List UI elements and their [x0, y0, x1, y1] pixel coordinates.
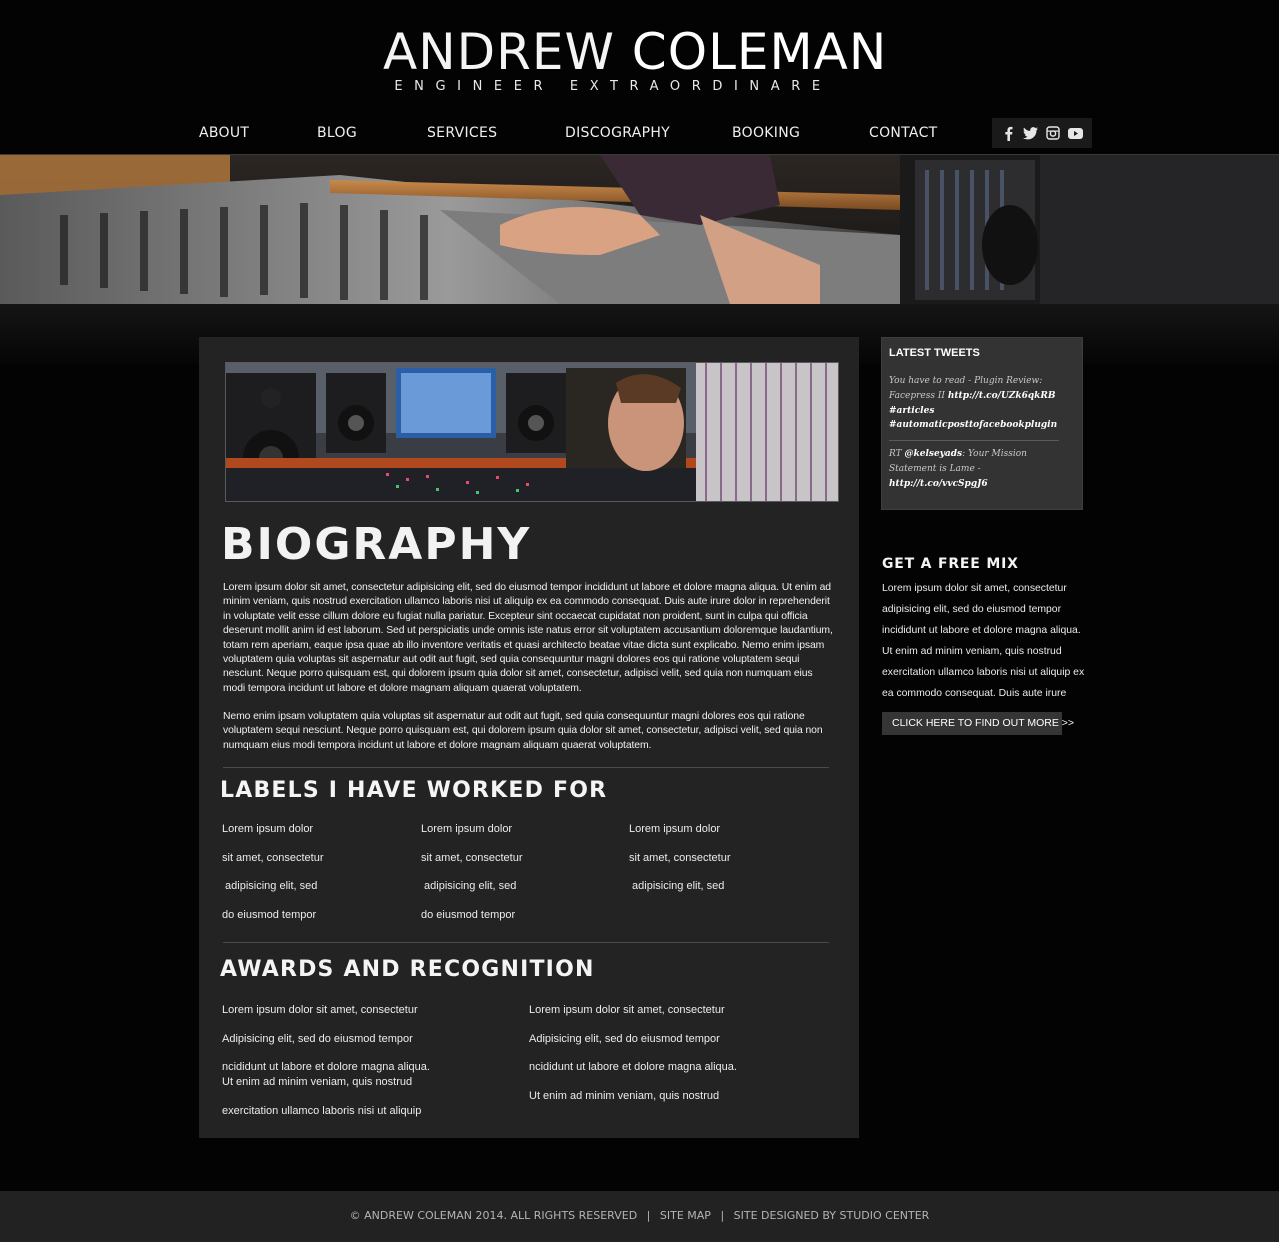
list-item: adipisicing elit, sed — [421, 880, 517, 893]
biography-heading: BIOGRAPHY — [221, 519, 532, 570]
tweet-hashtag[interactable]: #articles — [889, 406, 934, 416]
tweet-link[interactable]: http://t.co/vvcSpgJ6 — [889, 479, 988, 489]
list-item: do eiusmod tempor — [222, 909, 317, 922]
tweet-link[interactable]: http://t.co/UZk6qkRB — [948, 391, 1056, 401]
facebook-icon[interactable] — [999, 124, 1017, 142]
awards-heading: AWARDS AND RECOGNITION — [220, 957, 595, 982]
nav-discography[interactable]: DISCOGRAPHY — [565, 125, 670, 141]
biography-paragraph-1: Lorem ipsum dolor sit amet, consectetur … — [223, 582, 833, 694]
list-item: adipisicing elit, sed — [629, 880, 725, 893]
logo-first-name: ANDREW — [383, 23, 615, 81]
footer-separator: | — [720, 1209, 725, 1222]
studio-photo — [225, 362, 839, 502]
list-item: adipisicing elit, sed — [222, 880, 318, 893]
nav-services[interactable]: SERVICES — [427, 125, 497, 141]
list-item: Adipisicing elit, sed do eiusmod tempor — [529, 1033, 720, 1045]
list-item: Adipisicing elit, sed do eiusmod tempor — [222, 1033, 413, 1045]
list-item: Lorem ipsum dolor sit amet, consectetur — [529, 1004, 725, 1016]
divider — [223, 767, 829, 768]
tweets-heading: LATEST TWEETS — [889, 347, 980, 359]
list-item: Lorem ipsum dolor — [222, 823, 314, 835]
list-item: Ut enim ad minim veniam, quis nostrud — [529, 1090, 720, 1102]
site-logo[interactable]: ANDREW COLEMAN ENGINEER EXTRAORDINARE — [383, 23, 886, 94]
labels-column-2: Lorem ipsum dolor sit amet, consectetur … — [421, 822, 523, 937]
nav-blog[interactable]: BLOG — [317, 125, 357, 141]
latest-tweets-widget: LATEST TWEETS You have to read - Plugin … — [881, 337, 1083, 510]
tweet-divider — [889, 440, 1059, 442]
list-item: Lorem ipsum dolor — [629, 823, 721, 835]
nav-contact[interactable]: CONTACT — [869, 125, 938, 141]
social-links — [992, 118, 1092, 148]
list-item: sit amet, consectetur — [421, 851, 523, 864]
list-item: do eiusmod tempor — [421, 909, 516, 922]
nav-about[interactable]: ABOUT — [199, 125, 249, 141]
footer-sitemap-link[interactable]: SITE MAP — [660, 1209, 711, 1222]
awards-column-1: Lorem ipsum dolor sit amet, consectetur … — [222, 1003, 430, 1119]
logo-name: ANDREW COLEMAN — [383, 23, 886, 81]
tweet-hashtag[interactable]: #automaticposttofacebookplugin — [889, 420, 1057, 430]
logo-last-name: COLEMAN — [631, 23, 888, 81]
instagram-icon[interactable] — [1044, 124, 1062, 142]
twitter-icon[interactable] — [1022, 124, 1040, 142]
tweet-rt: RT — [889, 449, 902, 460]
free-mix-text: Lorem ipsum dolor sit amet, consectetur … — [882, 583, 1085, 699]
nav-booking[interactable]: BOOKING — [732, 125, 800, 141]
logo-tagline: ENGINEER EXTRAORDINARE — [394, 79, 832, 94]
labels-heading: LABELS I HAVE WORKED FOR — [220, 778, 608, 803]
tweet-item: RT @kelseyads: Your Mission Statement is… — [889, 447, 1075, 491]
free-mix-heading: GET A FREE MIX — [882, 556, 1019, 572]
labels-column-3: Lorem ipsum dolor sit amet, consectetur … — [629, 822, 731, 908]
footer-designer-link[interactable]: SITE DESIGNED BY STUDIO CENTER — [734, 1209, 930, 1222]
youtube-icon[interactable] — [1067, 124, 1085, 142]
hero-banner-image — [0, 155, 1279, 304]
awards-column-2: Lorem ipsum dolor sit amet, consectetur … — [529, 1003, 737, 1104]
list-item: sit amet, consectetur — [222, 851, 324, 864]
find-out-more-button[interactable]: CLICK HERE TO FIND OUT MORE >> — [882, 712, 1074, 735]
main-nav: ABOUT BLOG SERVICES DISCOGRAPHY BOOKING … — [0, 112, 1279, 155]
list-item: ncididunt ut labore et dolore magna aliq… — [529, 1061, 737, 1073]
list-item: ncididunt ut labore et dolore magna aliq… — [222, 1061, 430, 1073]
tweet-user[interactable]: @kelseyads — [905, 449, 963, 459]
footer-copyright: © ANDREW COLEMAN 2014. ALL RIGHTS RESERV… — [349, 1209, 638, 1222]
list-item: sit amet, consectetur — [629, 851, 731, 864]
labels-column-1: Lorem ipsum dolor sit amet, consectetur … — [222, 822, 324, 937]
main-content-panel: BIOGRAPHY Lorem ipsum dolor sit amet, co… — [199, 337, 859, 1138]
footer: © ANDREW COLEMAN 2014. ALL RIGHTS RESERV… — [0, 1191, 1279, 1242]
tweet-item: You have to read - Plugin Review: Facepr… — [889, 374, 1075, 433]
biography-paragraph-2: Nemo enim ipsam voluptatem quia voluptas… — [223, 711, 823, 751]
footer-separator: | — [646, 1209, 651, 1222]
list-item: exercitation ullamco laboris nisi ut ali… — [222, 1105, 422, 1117]
list-item: Ut enim ad minim veniam, quis nostrud — [222, 1076, 413, 1088]
list-item: Lorem ipsum dolor sit amet, consectetur — [222, 1004, 418, 1016]
divider — [223, 942, 829, 943]
list-item: Lorem ipsum dolor — [421, 823, 513, 835]
